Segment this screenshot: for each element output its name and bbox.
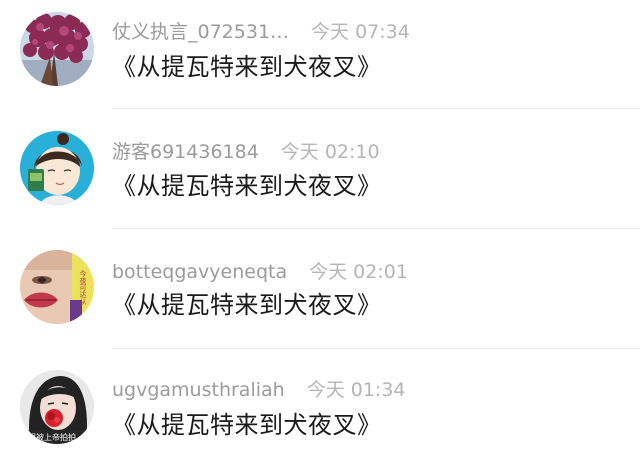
comment-meta: botteqgavyeneqta 今天 02:01	[112, 258, 408, 286]
avatar-caption: 今夜可达从	[79, 269, 87, 305]
avatar[interactable]	[20, 131, 94, 205]
timestamp: 今天 02:10	[280, 141, 380, 163]
comment-text: 《从提瓦特来到犬夜叉》	[112, 172, 382, 200]
avatar[interactable]	[20, 12, 94, 86]
girl-with-rose-avatar-image: 想被上帝拍拍	[20, 370, 94, 444]
avatar-caption: 想被上帝拍拍	[28, 432, 76, 442]
username[interactable]: 游客691436184	[112, 141, 259, 163]
comment-meta: 游客691436184 今天 02:10	[112, 138, 380, 166]
username[interactable]: botteqgavyeneqta	[112, 261, 287, 283]
comment-feed: 仗义执言_072531… 今天 07:34 《从提瓦特来到犬夜叉》 游客69143…	[0, 0, 640, 452]
cartoon-girl-avatar-image	[20, 131, 94, 205]
divider	[112, 228, 640, 229]
divider	[112, 108, 640, 109]
comment-item: 今夜可达从 botteqgavyeneqta 今天 02:01 《从提瓦特来到犬夜…	[0, 236, 640, 354]
timestamp: 今天 07:34	[311, 21, 410, 43]
face-closeup-avatar-image: 今夜可达从	[20, 250, 94, 324]
username[interactable]: ugvgamusthraliah	[112, 379, 285, 401]
avatar[interactable]: 今夜可达从	[20, 250, 94, 324]
comment-meta: ugvgamusthraliah 今天 01:34	[112, 376, 406, 404]
flowers-avatar-image	[20, 12, 94, 86]
timestamp: 今天 01:34	[306, 379, 406, 401]
comment-text: 《从提瓦特来到犬夜叉》	[112, 411, 382, 439]
avatar[interactable]: 想被上帝拍拍	[20, 370, 94, 444]
comment-text: 《从提瓦特来到犬夜叉》	[112, 53, 382, 81]
divider	[112, 348, 640, 349]
comment-item: 仗义执言_072531… 今天 07:34 《从提瓦特来到犬夜叉》	[0, 0, 640, 118]
comment-item: 想被上帝拍拍 ugvgamusthraliah 今天 01:34 《从提瓦特来到犬…	[0, 354, 640, 452]
comment-meta: 仗义执言_072531… 今天 07:34	[112, 18, 410, 46]
username[interactable]: 仗义执言_072531…	[112, 21, 289, 43]
comment-item: 游客691436184 今天 02:10 《从提瓦特来到犬夜叉》	[0, 118, 640, 236]
comment-text: 《从提瓦特来到犬夜叉》	[112, 291, 382, 319]
timestamp: 今天 02:01	[309, 261, 408, 283]
